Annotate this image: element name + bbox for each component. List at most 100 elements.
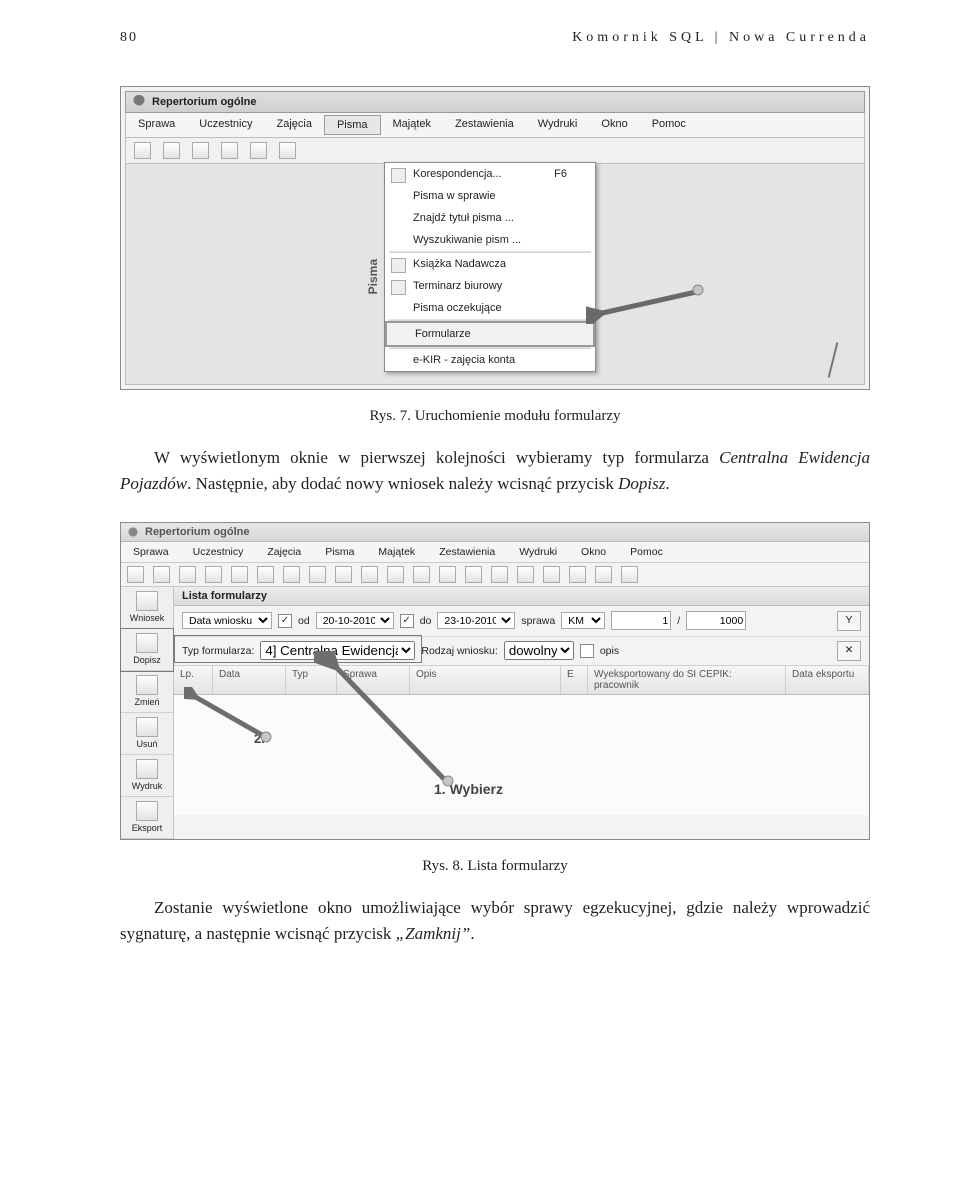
pisma-dropdown: Korespondencja... F6 Pisma w sprawie Zna… [384,162,596,372]
menu-wydruki[interactable]: Wydruki [526,115,590,135]
toolbar-icon[interactable] [283,566,300,583]
menu-item-znajdz-tytul[interactable]: Znajdź tytuł pisma ... [385,207,595,229]
form-type-select[interactable]: 4] Centralna Ewidencja Pojazdó [260,641,415,660]
menu-pisma[interactable]: Pisma [313,544,366,560]
col-typ[interactable]: Typ [286,666,337,694]
checkbox[interactable]: ✓ [400,614,414,628]
toolbar-icon[interactable] [595,566,612,583]
toolbar-icon[interactable] [279,142,296,159]
label-do: do [420,615,432,627]
menu-item-label: e-KIR - zajęcia konta [413,354,515,366]
toolbar-icon[interactable] [134,142,151,159]
side-usun[interactable]: Usuń [121,713,173,755]
toolbar-icon[interactable] [335,566,352,583]
menu-majatek[interactable]: Majątek [381,115,444,135]
checkbox-opis[interactable] [580,644,594,658]
menu-item-terminarz[interactable]: Terminarz biurowy [385,275,595,297]
window-title: Repertorium ogólne [145,526,250,538]
toolbar-icon[interactable] [153,566,170,583]
menu-pomoc[interactable]: Pomoc [640,115,698,135]
clear-button[interactable]: ✕ [837,641,861,661]
menu-item-oczekujace[interactable]: Pisma oczekujące [385,297,595,319]
menu-okno[interactable]: Okno [569,544,618,560]
toolbar-icon[interactable] [361,566,378,583]
toolbar-icon[interactable] [163,142,180,159]
checkbox[interactable]: ✓ [278,614,292,628]
menu-sprawa[interactable]: Sprawa [121,544,181,560]
toolbar-icon[interactable] [491,566,508,583]
col-data[interactable]: Data [213,666,286,694]
menu-item-shortcut: F6 [554,168,567,180]
col-export[interactable]: Wyeksportowany do SI CEPIK: pracownik [588,666,786,694]
menu-zajecia[interactable]: Zajęcia [255,544,313,560]
menu-item-korespondencja[interactable]: Korespondencja... F6 [385,163,595,185]
toolbar-icon[interactable] [387,566,404,583]
col-sprawa[interactable]: Sprawa [337,666,410,694]
menu-item-wyszukiwanie[interactable]: Wyszukiwanie pism ... [385,229,595,251]
menubar: Sprawa Uczestnicy Zajęcia Pisma Majątek … [125,113,865,138]
toolbar-icon[interactable] [205,566,222,583]
case-type-select[interactable]: KM [561,612,605,629]
figure-8-caption: Rys. 8. Lista formularzy [120,858,870,875]
case-to[interactable] [686,611,746,630]
menu-pomoc[interactable]: Pomoc [618,544,675,560]
toolbar-icon[interactable] [179,566,196,583]
toolbar-icon[interactable] [192,142,209,159]
filter-button[interactable]: Y [837,611,861,631]
side-tab-pisma: Pisma [366,259,380,294]
menu-item-formularze[interactable]: Formularze [385,321,595,347]
toolbar-icon[interactable] [231,566,248,583]
col-data-eksportu[interactable]: Data eksportu [786,666,869,694]
date-field-select[interactable]: Data wniosku [182,612,272,629]
menu-zajecia[interactable]: Zajęcia [264,115,323,135]
toolbar-icon[interactable] [621,566,638,583]
case-from[interactable] [611,611,671,630]
col-lp[interactable]: Lp. [174,666,213,694]
label-rodzaj: Rodzaj wniosku: [421,645,497,657]
side-zmien[interactable]: Zmień [121,671,173,713]
menu-zestawienia[interactable]: Zestawienia [427,544,507,560]
menu-sprawa[interactable]: Sprawa [126,115,187,135]
menu-item-label: Korespondencja... [413,168,502,180]
side-toolbar: Wniosek Dopisz Zmień Usuń Wydruk Eksport [121,587,174,839]
date-from[interactable]: 20-10-2010 [316,612,394,629]
menu-item-ekir[interactable]: e-KIR - zajęcia konta [385,349,595,371]
toolbar-icon[interactable] [127,566,144,583]
toolbar-icon[interactable] [413,566,430,583]
col-opis[interactable]: Opis [410,666,561,694]
side-dopisz[interactable]: Dopisz [121,629,173,671]
col-e[interactable]: E [561,666,588,694]
toolbar-icon[interactable] [250,142,267,159]
toolbar-icon[interactable] [569,566,586,583]
side-wniosek[interactable]: Wniosek [121,587,173,629]
toolbar-icon[interactable] [221,142,238,159]
filter-row-1: Data wniosku ✓ od 20-10-2010 ✓ do 23-10-… [174,606,869,637]
toolbar-icon[interactable] [439,566,456,583]
toolbar-icon[interactable] [543,566,560,583]
menu-item-ksiazka[interactable]: Książka Nadawcza [385,253,595,275]
menu-wydruki[interactable]: Wydruki [507,544,569,560]
menu-item-label: Znajdź tytuł pisma ... [413,212,514,224]
label-opis: opis [600,645,619,657]
menu-pisma[interactable]: Pisma [324,115,381,135]
toolbar-icon[interactable] [465,566,482,583]
mail-icon [391,168,406,183]
toolbar-icon[interactable] [257,566,274,583]
menu-item-pisma-w-sprawie[interactable]: Pisma w sprawie [385,185,595,207]
figure-8-screenshot: Repertorium ogólne Sprawa Uczestnicy Zaj… [120,522,870,840]
menu-uczestnicy[interactable]: Uczestnicy [181,544,256,560]
side-eksport[interactable]: Eksport [121,797,173,839]
para-text: W wyświetlonym oknie w pierwszej kolejno… [154,448,719,467]
menu-majatek[interactable]: Majątek [366,544,427,560]
app-icon [127,526,139,538]
menu-item-label: Pisma oczekujące [413,302,502,314]
side-wydruk[interactable]: Wydruk [121,755,173,797]
request-kind-select[interactable]: dowolny [504,641,574,660]
document-icon [136,591,158,611]
menu-uczestnicy[interactable]: Uczestnicy [187,115,264,135]
toolbar-icon[interactable] [517,566,534,583]
menu-zestawienia[interactable]: Zestawienia [443,115,526,135]
toolbar-icon[interactable] [309,566,326,583]
menu-okno[interactable]: Okno [589,115,639,135]
date-to[interactable]: 23-10-2010 [437,612,515,629]
